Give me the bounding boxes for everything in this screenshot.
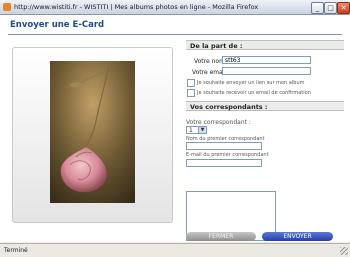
close-button[interactable]: FERMER (186, 232, 256, 241)
dialog-title: Envoyer une E-Card (10, 20, 105, 30)
send-link-label: Je souhaite envoyer un lien sur mon albu… (197, 80, 305, 86)
minimize-button[interactable]: _ (311, 2, 324, 14)
maximize-button[interactable]: □ (324, 2, 337, 14)
window-titlebar: http://www.wistiti.fr - WISTITI | Mes al… (0, 0, 350, 15)
resize-grip-icon[interactable] (340, 247, 348, 255)
email-input[interactable] (222, 67, 311, 75)
send-link-checkbox[interactable] (187, 79, 195, 87)
recipients-section-heading: Vos correspondants : (186, 101, 344, 111)
window-title: http://www.wistiti.fr - WISTITI | Mes al… (14, 3, 259, 11)
name-input[interactable]: stt63 (222, 56, 311, 64)
ecard-preview (12, 47, 173, 223)
confirm-email-checkbox[interactable] (187, 89, 195, 97)
confirm-email-label: Je souhaite recevoir un email de confirm… (197, 90, 311, 96)
first-recipient-name-input[interactable] (186, 142, 262, 150)
first-recipient-email-label: E-mail du premier correspondant (186, 152, 269, 158)
recipient-count-label: Votre correspondant : (186, 119, 251, 126)
send-button[interactable]: ENVOYER (262, 232, 333, 241)
first-recipient-email-input[interactable] (186, 159, 262, 167)
rose-photo (50, 61, 135, 203)
name-label: Votre nom (194, 58, 225, 65)
chevron-down-icon: ▼ (198, 127, 206, 133)
status-text: Terminé (4, 247, 28, 254)
dialog-content: Envoyer une E-Card De la part de: Votre… (0, 15, 350, 242)
status-bar: Terminé (0, 243, 350, 257)
recipient-count-value: 1 (189, 127, 193, 134)
title-divider (8, 34, 342, 35)
recipient-count-select[interactable]: 1 ▼ (186, 126, 207, 134)
sender-section-heading: De la part de : (186, 40, 344, 50)
firefox-icon (3, 3, 11, 11)
close-window-button[interactable]: ✕ (337, 2, 350, 14)
